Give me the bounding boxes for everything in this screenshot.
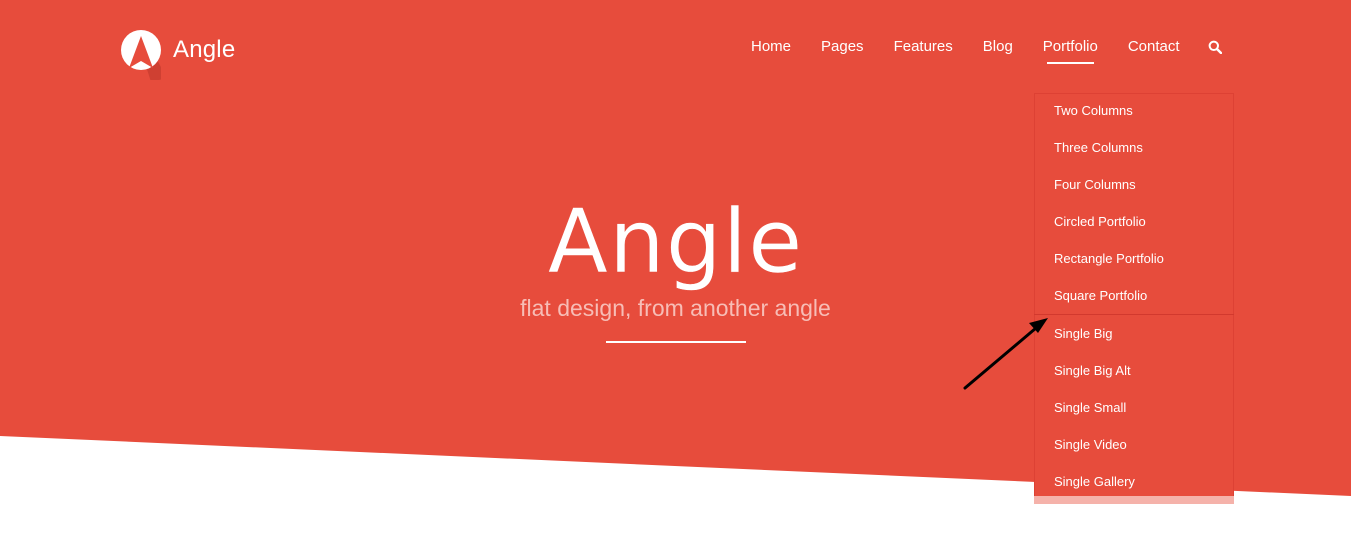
nav-features[interactable]: Features: [894, 36, 953, 58]
brand-name: Angle: [173, 36, 236, 63]
dropdown-item-two-columns[interactable]: Two Columns: [1054, 103, 1133, 118]
logo[interactable]: Angle: [121, 30, 235, 80]
hero-divider: [606, 341, 746, 343]
nav-home[interactable]: Home: [751, 36, 791, 58]
dropdown-item-four-columns[interactable]: Four Columns: [1054, 177, 1136, 192]
dropdown-item-rectangle-portfolio[interactable]: Rectangle Portfolio: [1054, 251, 1164, 266]
nav-contact[interactable]: Contact: [1128, 36, 1180, 58]
search-icon[interactable]: [1208, 40, 1222, 54]
dropdown-item-circled-portfolio[interactable]: Circled Portfolio: [1054, 214, 1146, 229]
nav-portfolio[interactable]: Portfolio: [1043, 36, 1098, 64]
dropdown-item-single-big-alt[interactable]: Single Big Alt: [1054, 363, 1131, 378]
dropdown-item-square-portfolio[interactable]: Square Portfolio: [1054, 288, 1147, 303]
nav-pages[interactable]: Pages: [821, 36, 864, 58]
dropdown-item-single-video[interactable]: Single Video: [1054, 437, 1127, 452]
dropdown-item-three-columns[interactable]: Three Columns: [1054, 140, 1143, 155]
main-navigation: Home Pages Features Blog Portfolio Conta…: [751, 36, 1222, 64]
dropdown-bottom-strip: [1034, 496, 1234, 504]
portfolio-dropdown-menu: Two Columns Three Columns Four Columns C…: [1034, 93, 1234, 504]
dropdown-item-single-small[interactable]: Single Small: [1054, 400, 1126, 415]
dropdown-item-single-gallery[interactable]: Single Gallery: [1054, 474, 1135, 489]
angle-logo-icon: [121, 30, 161, 80]
dropdown-item-single-big[interactable]: Single Big: [1054, 326, 1113, 341]
dropdown-divider: [1034, 314, 1234, 315]
nav-blog[interactable]: Blog: [983, 36, 1013, 58]
